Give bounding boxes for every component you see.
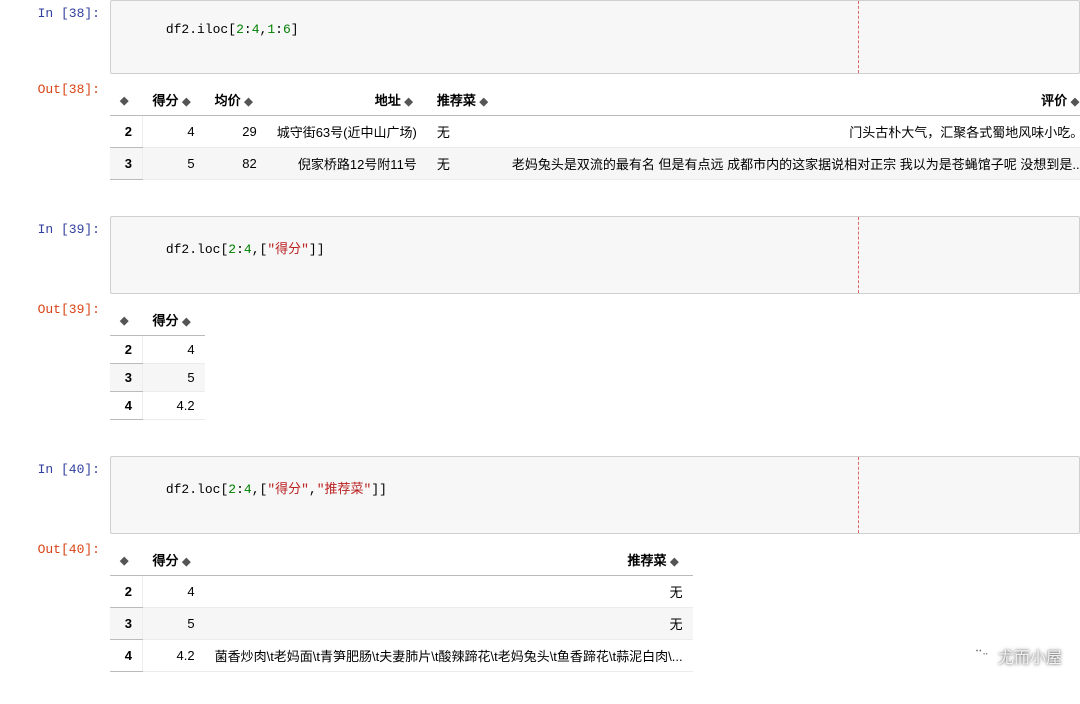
input-cell-40: In [40]: df2.loc[2:4,["得分","推荐菜"]] (0, 456, 1080, 534)
table-row[interactable]: 24无 (110, 576, 693, 608)
margin-guide (858, 1, 859, 73)
code-input-39[interactable]: df2.loc[2:4,["得分"]] (110, 216, 1080, 294)
notebook-container: In [38]: df2.iloc[2:4,1:6] Out[38]: ◆得分 … (0, 0, 1080, 682)
code-line: df2.loc[2:4,["得分"]] (166, 242, 325, 257)
sort-icon[interactable]: ◆ (120, 314, 128, 327)
input-prompt-40: In [40]: (0, 456, 110, 534)
header-label: 评价 (1041, 93, 1067, 108)
table-cell: 无 (205, 576, 693, 608)
sort-icon[interactable]: ◆ (670, 555, 678, 568)
table-cell: 门头古朴大气，汇聚各式蜀地风味小吃。 (502, 116, 1080, 148)
row-index: 2 (110, 576, 142, 608)
header-label: 地址 (375, 93, 401, 108)
table-cell: 菌香炒肉\t老妈面\t青笋肥肠\t夫妻肺片\t酸辣蹄花\t老妈兔头\t鱼香蹄花\… (205, 640, 693, 672)
code-line: df2.iloc[2:4,1:6] (166, 22, 299, 37)
table-cell: 4 (142, 336, 204, 364)
table-cell: 4 (142, 116, 204, 148)
margin-guide (858, 457, 859, 533)
sort-icon[interactable]: ◆ (244, 95, 252, 108)
sort-icon[interactable]: ◆ (182, 555, 190, 568)
sort-icon[interactable]: ◆ (120, 554, 128, 567)
output-area-38: ◆得分 ◆均价 ◆地址 ◆推荐菜 ◆评价 ◆2429城守街63号(近中山广场)无… (110, 76, 1080, 190)
row-index: 4 (110, 640, 142, 672)
table-row[interactable]: 2429城守街63号(近中山广场)无门头古朴大气，汇聚各式蜀地风味小吃。 (110, 116, 1080, 148)
row-index: 3 (110, 364, 142, 392)
table-cell: 无 (205, 608, 693, 640)
table-cell: 老妈兔头是双流的最有名 但是有点远 成都市内的这家据说相对正宗 我以为是苍蝇馆子… (502, 148, 1080, 180)
table-row[interactable]: 3582倪家桥路12号附11号无老妈兔头是双流的最有名 但是有点远 成都市内的这… (110, 148, 1080, 180)
code-input-38[interactable]: df2.iloc[2:4,1:6] (110, 0, 1080, 74)
input-cell-38: In [38]: df2.iloc[2:4,1:6] (0, 0, 1080, 74)
header-label: 推荐菜 (627, 553, 666, 568)
column-header[interactable]: 得分 ◆ (142, 84, 204, 116)
table-row[interactable]: 35 (110, 364, 205, 392)
index-header[interactable]: ◆ (110, 304, 142, 336)
header-label: 得分 (152, 313, 178, 328)
cell-spacer (0, 192, 1080, 216)
dataframe-table-39[interactable]: ◆得分 ◆243544.2 (110, 304, 205, 420)
output-cell-39: Out[39]: ◆得分 ◆243544.2 (0, 296, 1080, 430)
dataframe-table-40[interactable]: ◆得分 ◆推荐菜 ◆24无35无44.2菌香炒肉\t老妈面\t青笋肥肠\t夫妻肺… (110, 544, 693, 672)
table-cell: 倪家桥路12号附11号 (267, 148, 427, 180)
sort-icon[interactable]: ◆ (120, 94, 128, 107)
output-area-40: ◆得分 ◆推荐菜 ◆24无35无44.2菌香炒肉\t老妈面\t青笋肥肠\t夫妻肺… (110, 536, 1080, 682)
table-cell: 82 (205, 148, 267, 180)
output-prompt-39: Out[39]: (0, 296, 110, 430)
table-row[interactable]: 35无 (110, 608, 693, 640)
output-area-39: ◆得分 ◆243544.2 (110, 296, 1080, 430)
table-cell: 无 (427, 116, 502, 148)
table-row[interactable]: 44.2 (110, 392, 205, 420)
watermark-text: 尤而小屋 (998, 644, 1062, 668)
table-cell: 无 (427, 148, 502, 180)
watermark: 尤而小屋 (972, 643, 1062, 668)
column-header[interactable]: 推荐菜 ◆ (427, 84, 502, 116)
table-cell: 5 (142, 364, 204, 392)
row-index: 2 (110, 116, 142, 148)
row-index: 3 (110, 148, 142, 180)
wechat-icon (972, 643, 992, 668)
table-cell: 4 (142, 576, 204, 608)
table-cell: 29 (205, 116, 267, 148)
sort-icon[interactable]: ◆ (182, 95, 190, 108)
input-cell-39: In [39]: df2.loc[2:4,["得分"]] (0, 216, 1080, 294)
output-prompt-40: Out[40]: (0, 536, 110, 682)
index-header[interactable]: ◆ (110, 544, 142, 576)
input-prompt-39: In [39]: (0, 216, 110, 294)
row-index: 4 (110, 392, 142, 420)
column-header[interactable]: 得分 ◆ (142, 304, 204, 336)
index-header[interactable]: ◆ (110, 84, 142, 116)
cell-spacer (0, 432, 1080, 456)
column-header[interactable]: 评价 ◆ (502, 84, 1080, 116)
code-input-40[interactable]: df2.loc[2:4,["得分","推荐菜"]] (110, 456, 1080, 534)
table-cell: 城守街63号(近中山广场) (267, 116, 427, 148)
output-cell-40: Out[40]: ◆得分 ◆推荐菜 ◆24无35无44.2菌香炒肉\t老妈面\t… (0, 536, 1080, 682)
sort-icon[interactable]: ◆ (404, 95, 412, 108)
column-header[interactable]: 推荐菜 ◆ (205, 544, 693, 576)
header-label: 得分 (152, 93, 178, 108)
row-index: 3 (110, 608, 142, 640)
output-cell-38: Out[38]: ◆得分 ◆均价 ◆地址 ◆推荐菜 ◆评价 ◆2429城守街63… (0, 76, 1080, 190)
sort-icon[interactable]: ◆ (1071, 95, 1079, 108)
output-prompt-38: Out[38]: (0, 76, 110, 190)
sort-icon[interactable]: ◆ (182, 315, 190, 328)
table-cell: 4.2 (142, 640, 204, 672)
row-index: 2 (110, 336, 142, 364)
code-line: df2.loc[2:4,["得分","推荐菜"]] (166, 482, 387, 497)
column-header[interactable]: 得分 ◆ (142, 544, 204, 576)
column-header[interactable]: 均价 ◆ (205, 84, 267, 116)
input-prompt-38: In [38]: (0, 0, 110, 74)
header-label: 推荐菜 (437, 93, 476, 108)
margin-guide (858, 217, 859, 293)
table-cell: 4.2 (142, 392, 204, 420)
header-label: 得分 (152, 553, 178, 568)
column-header[interactable]: 地址 ◆ (267, 84, 427, 116)
table-cell: 5 (142, 148, 204, 180)
table-row[interactable]: 24 (110, 336, 205, 364)
table-row[interactable]: 44.2菌香炒肉\t老妈面\t青笋肥肠\t夫妻肺片\t酸辣蹄花\t老妈兔头\t鱼… (110, 640, 693, 672)
header-label: 均价 (215, 93, 241, 108)
dataframe-table-38[interactable]: ◆得分 ◆均价 ◆地址 ◆推荐菜 ◆评价 ◆2429城守街63号(近中山广场)无… (110, 84, 1080, 180)
table-cell: 5 (142, 608, 204, 640)
sort-icon[interactable]: ◆ (479, 95, 487, 108)
